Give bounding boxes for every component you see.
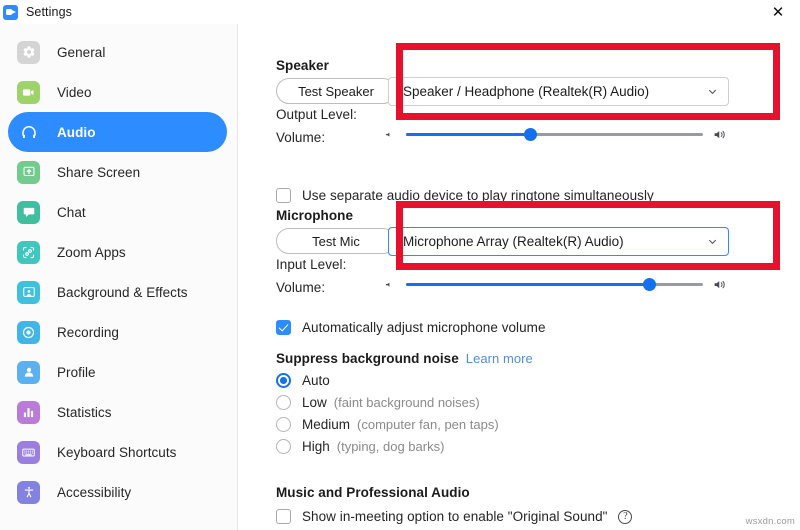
profile-icon (17, 360, 40, 384)
radio-label: Auto (302, 373, 330, 388)
sidebar-item-keyboard-shortcuts[interactable]: Keyboard Shortcuts (8, 432, 227, 472)
title-bar: Settings ✕ (0, 0, 800, 24)
recording-icon (17, 320, 40, 344)
input-level-label: Input Level: (276, 257, 347, 272)
separate-audio-device-checkbox[interactable]: Use separate audio device to play ringto… (276, 188, 654, 203)
sidebar-item-recording[interactable]: Recording (8, 312, 227, 352)
speaker-section-heading: Speaker (276, 58, 329, 73)
sidebar-item-label: Chat (57, 204, 86, 220)
test-speaker-button[interactable]: Test Speaker (276, 78, 396, 104)
sidebar-item-profile[interactable]: Profile (8, 352, 227, 392)
speaker-device-select[interactable]: Speaker / Headphone (Realtek(R) Audio) (388, 77, 729, 106)
learn-more-link[interactable]: Learn more (466, 351, 533, 366)
suppress-noise-radio-group: Auto Low (faint background noises) Mediu… (276, 373, 499, 461)
radio-option-low[interactable]: Low (faint background noises) (276, 395, 499, 410)
radio-button (276, 417, 291, 432)
video-camera-icon (17, 80, 40, 104)
music-audio-heading: Music and Professional Audio (276, 485, 470, 500)
checkbox-label: Use separate audio device to play ringto… (302, 188, 654, 203)
suppress-noise-heading: Suppress background noise (276, 351, 459, 366)
radio-button (276, 373, 291, 388)
sidebar-item-chat[interactable]: Chat (8, 192, 227, 232)
chevron-down-icon (708, 89, 717, 95)
radio-label: Low (302, 395, 327, 410)
checkbox-label: Show in-meeting option to enable "Origin… (302, 509, 608, 524)
microphone-low-icon (385, 282, 390, 287)
radio-option-high[interactable]: High (typing, dog barks) (276, 439, 499, 454)
radio-hint: (faint background noises) (333, 395, 480, 410)
headphones-icon (17, 121, 40, 144)
microphone-volume-track[interactable] (406, 278, 703, 291)
microphone-high-icon (714, 280, 725, 289)
sidebar-item-label: Profile (57, 364, 96, 380)
suppress-noise-heading-row: Suppress background noise Learn more (276, 351, 533, 366)
sidebar-item-label: Keyboard Shortcuts (57, 444, 177, 460)
gear-icon (17, 40, 40, 64)
sidebar-item-video[interactable]: Video (8, 72, 227, 112)
auto-adjust-mic-volume-checkbox[interactable]: Automatically adjust microphone volume (276, 320, 546, 335)
microphone-volume-label: Volume: (276, 280, 326, 295)
sidebar-item-label: Statistics (57, 404, 112, 420)
window-title: Settings (26, 5, 72, 19)
settings-window: Settings ✕ General Video Audio Share Scr… (0, 0, 800, 530)
sidebar-item-label: Accessibility (57, 484, 132, 500)
sidebar-item-general[interactable]: General (8, 32, 227, 72)
sidebar-item-accessibility[interactable]: Accessibility (8, 472, 227, 512)
speaker-low-icon (385, 132, 390, 137)
checkbox-box (276, 509, 291, 524)
checkbox-box (276, 320, 291, 335)
radio-label: High (302, 439, 330, 454)
sidebar-item-label: General (57, 44, 106, 60)
share-screen-icon (17, 160, 40, 184)
sidebar-item-label: Share Screen (57, 164, 141, 180)
speaker-volume-track[interactable] (406, 128, 703, 141)
background-effects-icon (17, 280, 40, 304)
zoom-logo-icon (3, 4, 18, 20)
checkbox-label: Automatically adjust microphone volume (302, 320, 546, 335)
sidebar-item-label: Background & Effects (57, 284, 188, 300)
microphone-section-heading: Microphone (276, 208, 353, 223)
radio-option-medium[interactable]: Medium (computer fan, pen taps) (276, 417, 499, 432)
sidebar-item-label: Video (57, 84, 92, 100)
speaker-volume-slider[interactable] (384, 127, 729, 142)
sidebar-item-label: Recording (57, 324, 119, 340)
microphone-device-value: Microphone Array (Realtek(R) Audio) (403, 234, 624, 249)
zoom-apps-icon (17, 240, 40, 264)
output-level-label: Output Level: (276, 107, 357, 122)
keyboard-icon (17, 440, 40, 464)
microphone-volume-slider[interactable] (384, 277, 729, 292)
sidebar-item-zoom-apps[interactable]: Zoom Apps (8, 232, 227, 272)
sidebar-item-statistics[interactable]: Statistics (8, 392, 227, 432)
speaker-device-value: Speaker / Headphone (Realtek(R) Audio) (403, 84, 650, 99)
accessibility-icon (17, 480, 40, 504)
radio-button (276, 395, 291, 410)
sidebar-item-label: Audio (57, 124, 96, 140)
microphone-device-select[interactable]: Microphone Array (Realtek(R) Audio) (388, 227, 729, 256)
sidebar: General Video Audio Share Screen Chat Zo… (0, 24, 238, 530)
sidebar-item-share-screen[interactable]: Share Screen (8, 152, 227, 192)
watermark: wsxdn.com (745, 516, 795, 527)
chat-bubble-icon (17, 200, 40, 224)
sidebar-item-label: Zoom Apps (57, 244, 126, 260)
sidebar-item-audio[interactable]: Audio (8, 112, 227, 152)
test-mic-button[interactable]: Test Mic (276, 228, 396, 254)
statistics-icon (17, 400, 40, 424)
radio-button (276, 439, 291, 454)
radio-hint: (typing, dog barks) (336, 439, 445, 454)
chevron-down-icon (708, 239, 717, 245)
speaker-high-icon (714, 130, 725, 139)
radio-label: Medium (302, 417, 351, 432)
radio-hint: (computer fan, pen taps) (357, 417, 499, 432)
question-mark-icon[interactable]: ? (618, 509, 633, 524)
radio-option-auto[interactable]: Auto (276, 373, 499, 388)
checkbox-box (276, 188, 291, 203)
close-icon[interactable]: ✕ (760, 0, 796, 24)
audio-settings-panel: Speaker Test Speaker Speaker / Headphone… (238, 24, 800, 530)
speaker-volume-label: Volume: (276, 130, 326, 145)
sidebar-item-background-effects[interactable]: Background & Effects (8, 272, 227, 312)
original-sound-checkbox[interactable]: Show in-meeting option to enable "Origin… (276, 509, 633, 524)
